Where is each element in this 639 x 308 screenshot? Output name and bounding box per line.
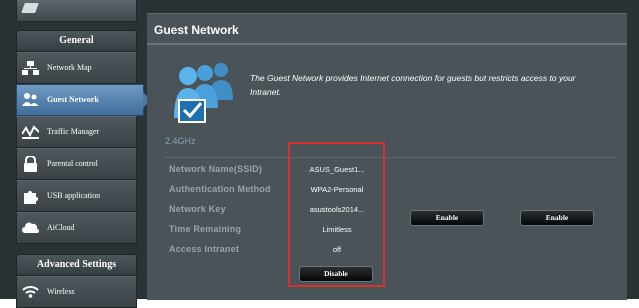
pen-icon bbox=[21, 3, 39, 13]
band-label: 2.4GHz bbox=[165, 136, 196, 146]
sidebar-item-label: Traffic Manager bbox=[47, 127, 100, 136]
sidebar-item-wireless[interactable]: Wireless bbox=[16, 276, 137, 308]
guest-network-panel: Guest Network The Guest Network provides… bbox=[147, 13, 627, 300]
highlight-box bbox=[288, 142, 385, 287]
sidebar-item-label: Wireless bbox=[47, 287, 75, 296]
sidebar-item-network-map[interactable]: Network Map bbox=[16, 52, 137, 84]
traffic-manager-icon bbox=[22, 125, 39, 139]
guest-users-icon bbox=[22, 93, 39, 106]
network-map-icon bbox=[22, 61, 39, 75]
cloud-icon bbox=[22, 222, 39, 233]
band-divider bbox=[165, 157, 617, 158]
lock-icon bbox=[24, 156, 37, 172]
sidebar-item-usb-application[interactable]: USB application bbox=[16, 180, 137, 212]
title-divider bbox=[147, 43, 627, 45]
puzzle-icon bbox=[24, 191, 38, 204]
sidebar-item-label: Network Map bbox=[47, 63, 92, 72]
network-key-label: Network Key bbox=[169, 204, 226, 214]
sidebar-item-label: Parental control bbox=[47, 159, 98, 168]
ssid-label: Network Name(SSID) bbox=[169, 164, 263, 174]
router-admin-window: General Network Map Guest Network Traffi… bbox=[0, 0, 639, 308]
guest-network-hero-icon bbox=[174, 63, 233, 123]
access-intranet-label: Access Intranet bbox=[169, 244, 240, 254]
sidebar-item-label: AiCloud bbox=[47, 223, 75, 232]
wifi-icon bbox=[22, 286, 39, 298]
guest-network-description: The Guest Network provides Internet conn… bbox=[250, 73, 576, 97]
sidebar-item-label: Guest Network bbox=[47, 95, 99, 104]
sidebar-item-guest-network[interactable]: Guest Network bbox=[16, 84, 151, 116]
sidebar-item-label: USB application bbox=[47, 191, 101, 200]
enable-button-1[interactable]: Enable bbox=[410, 210, 484, 226]
time-remaining-label: Time Remaining bbox=[169, 224, 242, 234]
auth-method-label: Authentication Method bbox=[169, 184, 271, 194]
general-section-header: General bbox=[16, 30, 137, 52]
sidebar: General Network Map Guest Network Traffi… bbox=[16, 0, 151, 308]
sidebar-item-aicloud[interactable]: AiCloud bbox=[16, 212, 137, 244]
enable-button-2[interactable]: Enable bbox=[520, 210, 594, 226]
sidebar-item-traffic-manager[interactable]: Traffic Manager bbox=[16, 116, 137, 148]
sidebar-top-item[interactable] bbox=[16, 0, 137, 22]
sidebar-item-parental-control[interactable]: Parental control bbox=[16, 148, 137, 180]
page-title: Guest Network bbox=[154, 23, 239, 37]
advanced-settings-header: Advanced Settings bbox=[16, 254, 137, 276]
